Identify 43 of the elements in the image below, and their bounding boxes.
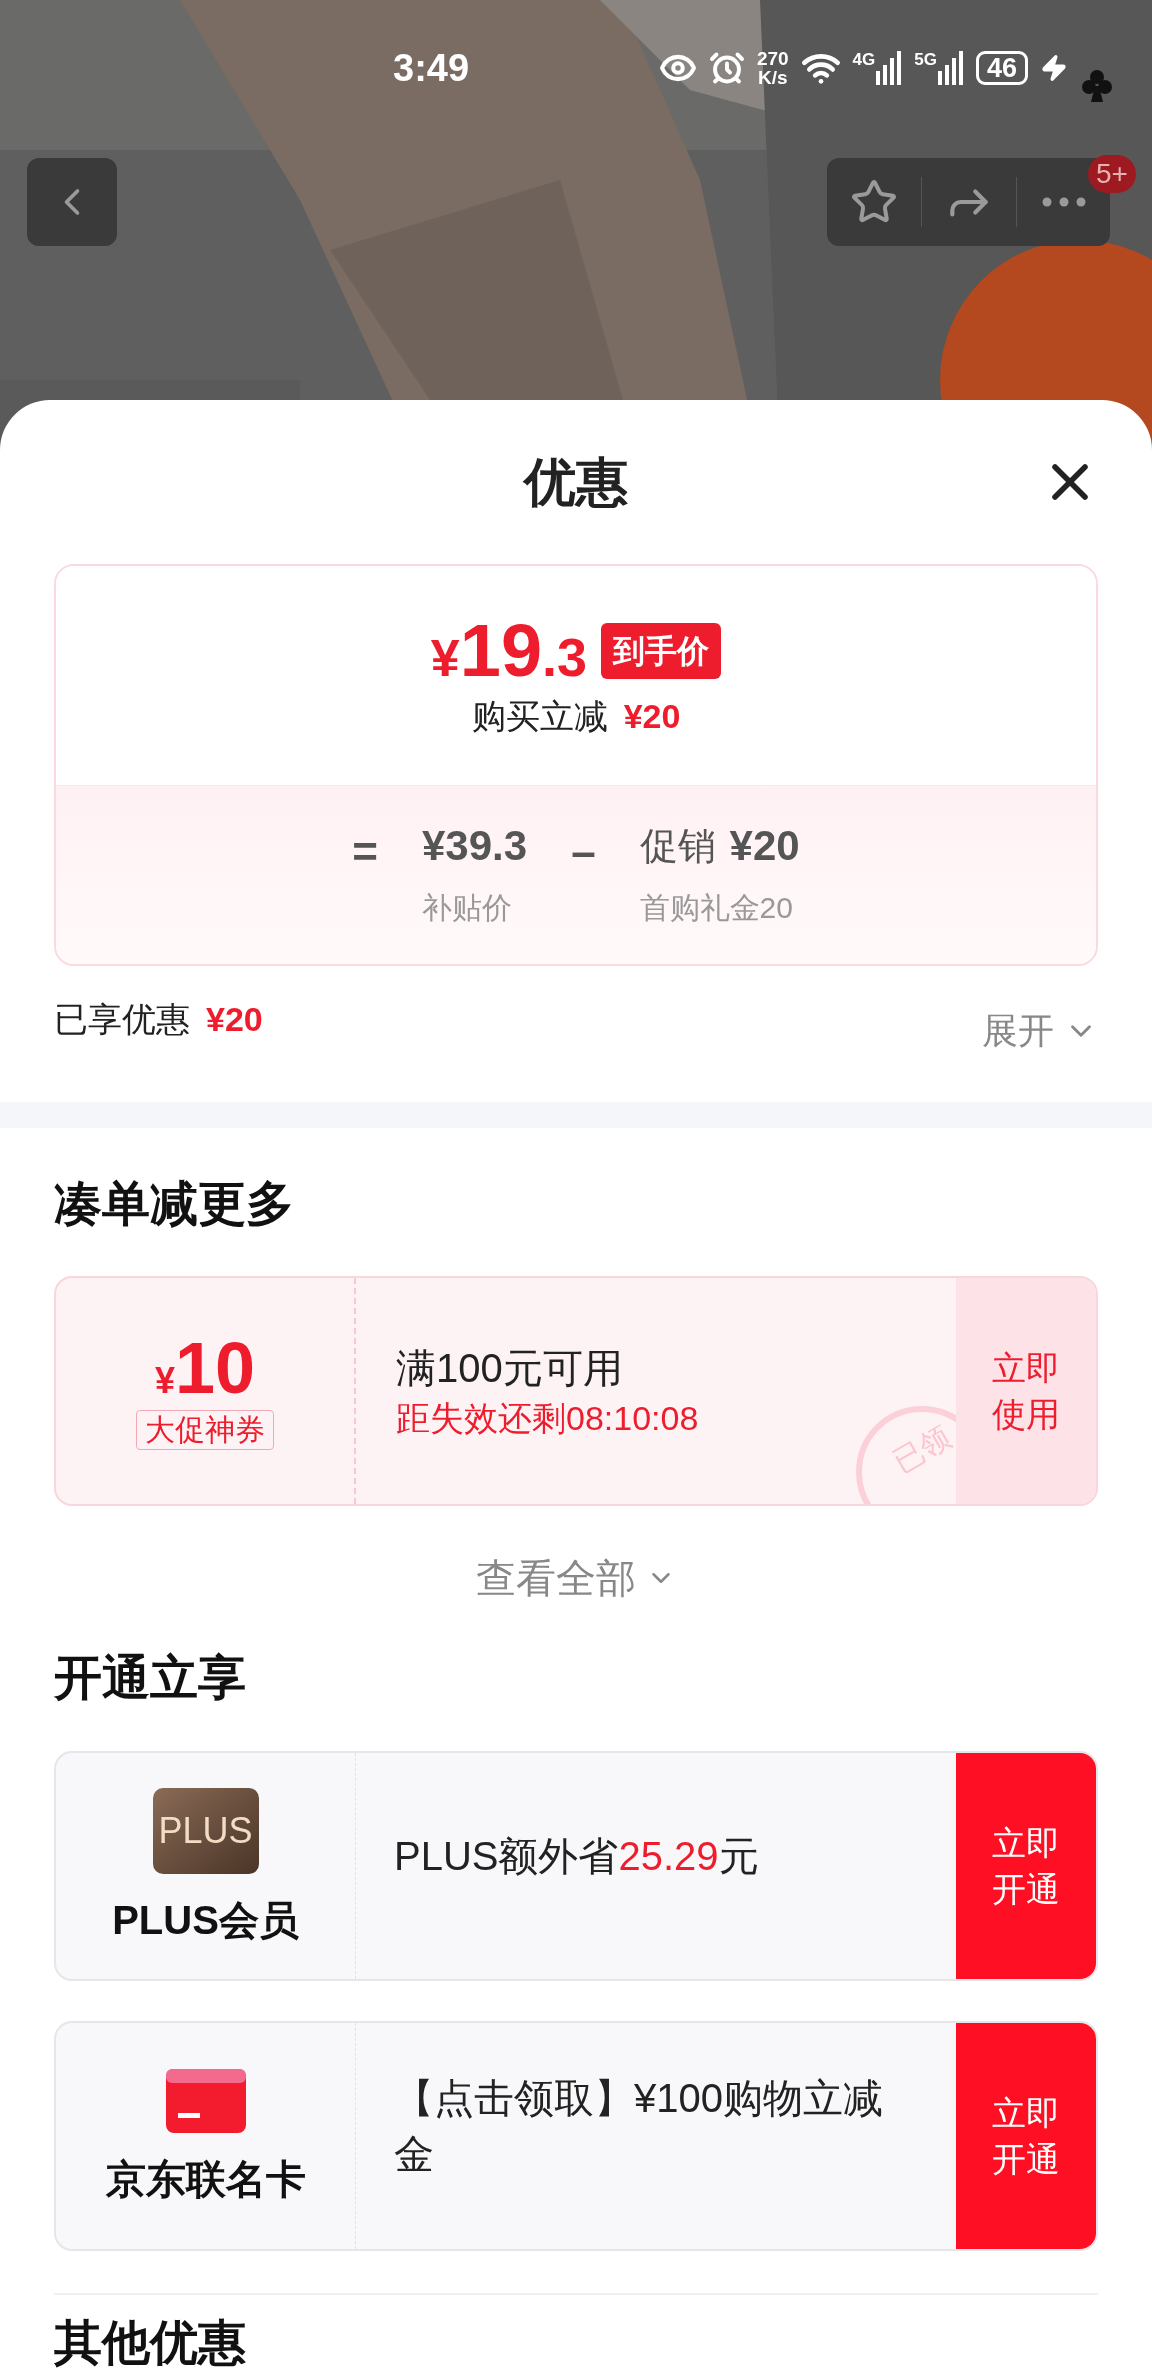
term-value: ¥20	[729, 821, 800, 871]
term-caption: 首购礼金20	[639, 890, 793, 926]
coupon-condition: 满100元可用	[396, 1345, 624, 1392]
enjoyed-amount: ¥20	[206, 998, 263, 1040]
membership-name: 京东联名卡	[105, 2156, 306, 2203]
term-value: ¥39.3	[422, 821, 528, 871]
term-caption: 补贴价	[422, 890, 512, 926]
membership-name: PLUS会员	[112, 1897, 299, 1944]
view-all-button[interactable]: 查看全部	[476, 1550, 676, 1606]
more-icon	[1041, 197, 1086, 207]
plus-icon: PLUS	[152, 1788, 259, 1874]
section-title: 其他优惠	[54, 2315, 247, 2371]
signal-icon	[937, 51, 964, 85]
coupon-tag: 大促神券	[136, 1410, 274, 1450]
membership-benefit: 【点击领取】¥100购物立减金	[394, 2075, 884, 2178]
section-title: 开通立享	[54, 1650, 247, 1706]
coupon-amount: ¥10	[154, 1332, 256, 1404]
network-speed: 270 K/s	[756, 49, 789, 87]
alarm-icon	[708, 50, 745, 86]
operator: –	[571, 826, 596, 878]
network-type: 4G	[852, 51, 876, 68]
sheet-title: 优惠	[524, 452, 628, 513]
final-price-badge: 到手价	[601, 622, 722, 679]
coupon-countdown: 距失效还剩08:10:08	[396, 1398, 700, 1439]
enjoyed-label: 已享优惠	[54, 998, 190, 1040]
section-title: 凑单减更多	[54, 1176, 295, 1232]
activate-button[interactable]: 立即开通	[956, 2023, 1096, 2249]
network-type: 5G	[914, 51, 937, 68]
charging-icon	[1040, 54, 1068, 82]
use-now-button[interactable]: 立即使用	[956, 1278, 1096, 1504]
battery-icon: 46	[975, 51, 1028, 85]
expand-toggle[interactable]: 展开	[982, 1004, 1098, 1058]
club-icon	[1080, 68, 1114, 102]
operator: =	[352, 826, 378, 878]
term-label: 促销	[639, 824, 716, 869]
reduction-amount: ¥20	[623, 695, 681, 737]
membership-benefit: PLUS额外省25.29元	[394, 1833, 759, 1880]
reduction-label: 购买立减	[471, 695, 608, 737]
status-time: 3:49	[393, 49, 470, 87]
signal-icon	[876, 51, 903, 85]
final-price: ¥19.3	[430, 613, 588, 688]
activate-button[interactable]: 立即开通	[956, 1753, 1096, 1979]
bank-card-icon	[165, 2069, 246, 2133]
